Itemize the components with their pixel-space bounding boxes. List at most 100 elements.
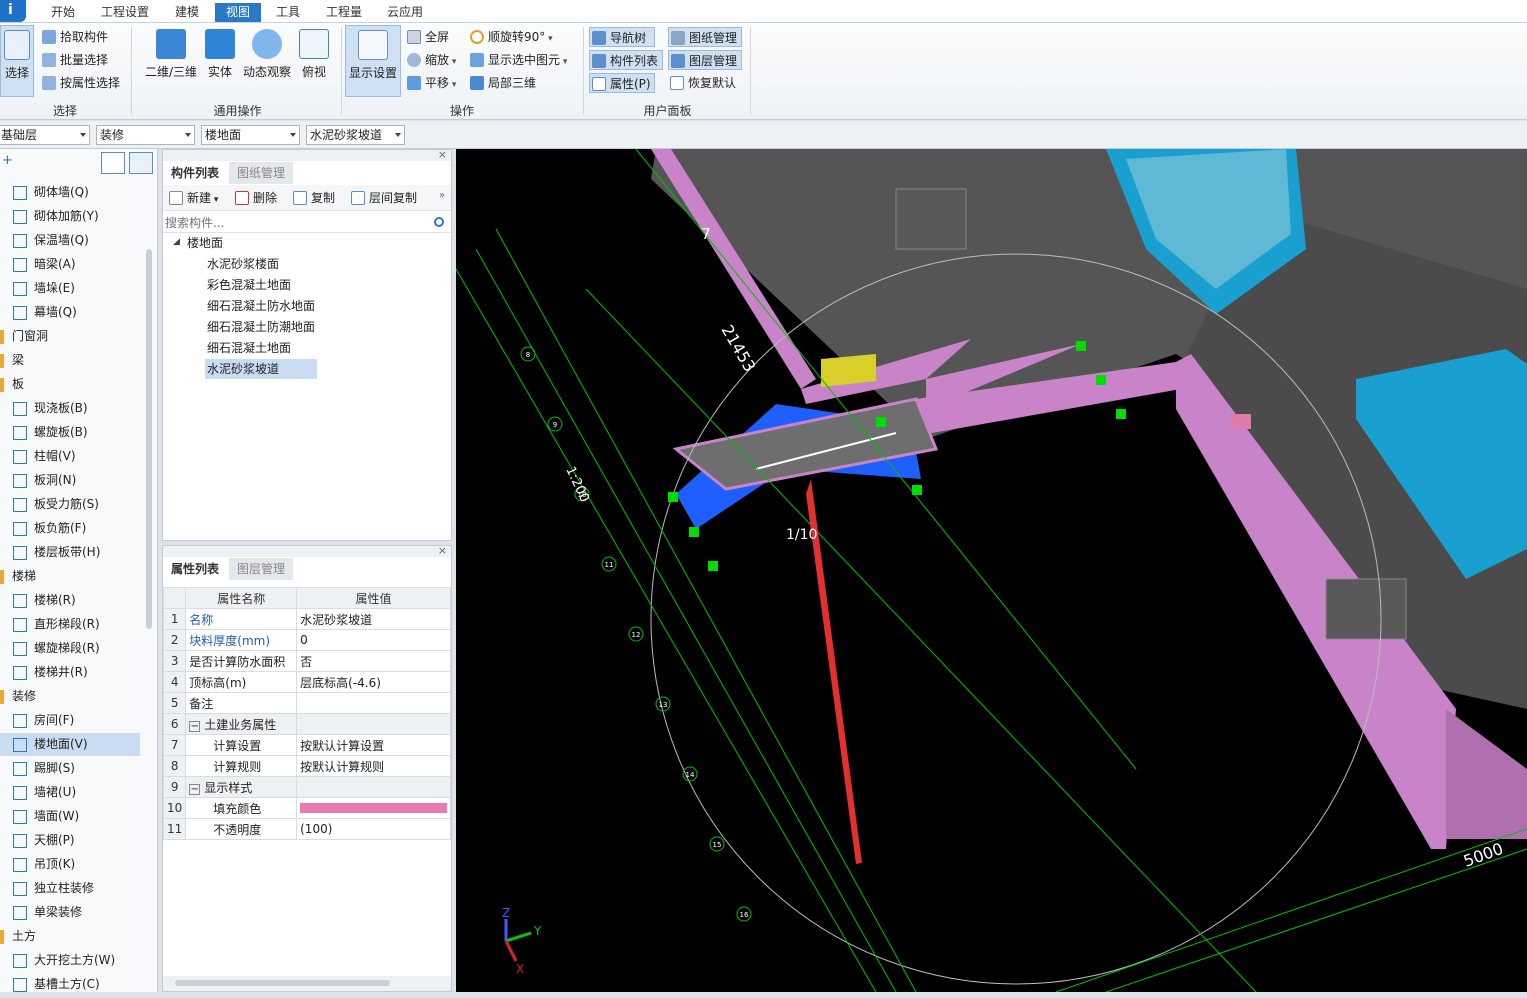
component-list-button[interactable]: 构件列表 [589,50,663,70]
rotate-90-button[interactable]: 顺旋转90° ▾ [468,27,553,47]
horizontal-scrollbar[interactable] [163,976,451,991]
search-input[interactable] [163,213,451,233]
menu-tab-quantities[interactable]: 工程量 [318,3,370,22]
nav-item[interactable]: 现浇板(B) [0,397,140,420]
nav-item[interactable]: 大开挖土方(W) [0,949,140,972]
tree-item[interactable]: 水泥砂浆坡道 [205,359,317,379]
property-row[interactable]: 9− 显示样式 [162,776,451,798]
menu-tab-tools[interactable]: 工具 [268,3,308,22]
menu-tab-modeling[interactable]: 建模 [166,3,208,22]
property-row[interactable]: 3 是否计算防水面积否 [162,650,451,672]
property-value[interactable]: 按默认计算设置 [296,734,451,756]
category-select[interactable]: 装修 [96,125,195,145]
nav-item[interactable]: 梁 [0,349,140,372]
menu-tab-cloud[interactable]: 云应用 [380,3,430,22]
nav-item[interactable]: 墙裙(U) [0,781,140,804]
floor-copy-button[interactable]: 层间复制 [349,188,417,208]
tab-layer-mgmt[interactable]: 图层管理 [229,558,294,580]
property-value[interactable] [296,713,451,735]
property-value[interactable] [296,797,451,819]
menu-tab-project-settings[interactable]: 工程设置 [94,3,156,22]
select-by-attr-button[interactable]: 按属性选择 [40,73,120,93]
layer-mgmt-button[interactable]: 图层管理 [668,50,742,70]
tree-item[interactable]: 细石混凝土地面 [205,338,293,358]
nav-item[interactable]: 暗梁(A) [0,253,140,276]
nav-item[interactable]: 砌体墙(Q) [0,181,140,204]
solid-button[interactable]: 实体 [204,25,236,97]
property-value[interactable] [296,776,451,798]
nav-item[interactable]: 楼梯(R) [0,589,140,612]
nav-item[interactable]: 螺旋梯段(R) [0,637,140,660]
nav-item[interactable]: 墙垛(E) [0,277,140,300]
nav-item[interactable]: 板洞(N) [0,469,140,492]
property-value[interactable]: 0 [296,629,451,651]
collapse-triangle-icon[interactable]: ◢ [173,237,180,247]
tree-item[interactable]: 细石混凝土防水地面 [205,296,317,316]
property-value[interactable]: 层底标高(-4.6) [296,671,451,693]
nav-item[interactable]: 土方 [0,925,140,948]
search-icon[interactable] [434,217,444,227]
property-row[interactable]: 2 块料厚度(mm) 0 [162,629,451,651]
restore-default-button[interactable]: 恢复默认 [668,73,736,93]
property-row[interactable]: 5 备注 [162,692,451,714]
zoom-button[interactable]: 缩放 ▾ [405,50,456,70]
delete-component-button[interactable]: 删除 [233,188,277,208]
top-view-button[interactable]: 俯视 [297,25,331,97]
nav-item[interactable]: 螺旋板(B) [0,421,140,444]
app-logo-icon[interactable]: i [0,0,26,22]
nav-item[interactable]: 幕墙(Q) [0,301,140,324]
drawing-mgmt-button[interactable]: 图纸管理 [668,27,742,47]
tree-root[interactable]: 楼地面 [185,233,225,253]
nav-item[interactable]: 房间(F) [0,709,140,732]
property-row[interactable]: 1 名称 水泥砂浆坡道 [162,608,451,630]
property-value[interactable]: 按默认计算规则 [296,755,451,777]
nav-item[interactable]: 楼层板带(H) [0,541,140,564]
new-component-button[interactable]: 新建 ▾ [167,188,218,208]
collapse-icon[interactable]: − [189,783,201,795]
nav-item[interactable]: 天棚(P) [0,829,140,852]
tab-drawing-mgmt[interactable]: 图纸管理 [229,162,294,184]
local-3d-button[interactable]: 局部三维 [468,73,536,93]
pin-icon[interactable]: + [2,153,13,168]
property-row[interactable]: 11 不透明度 (100) [162,818,451,840]
batch-select-button[interactable]: 批量选择 [40,50,108,70]
tab-component-list[interactable]: 构件列表 [163,162,228,184]
properties-button[interactable]: 属性(P) [589,73,655,93]
tree-item[interactable]: 水泥砂浆楼面 [205,254,281,274]
property-row[interactable]: 7 计算设置 按默认计算设置 [162,734,451,756]
menu-tab-view[interactable]: 视图 [215,3,261,22]
close-icon[interactable]: × [438,148,447,161]
show-selected-button[interactable]: 显示选中图元 ▾ [468,50,567,70]
property-value[interactable]: (100) [296,818,451,840]
nav-item[interactable]: 独立柱装修 [0,877,140,900]
nav-item[interactable]: 装修 [0,685,140,708]
nav-scrollbar[interactable] [146,249,152,629]
menu-tab-start[interactable]: 开始 [42,3,84,22]
collapse-icon[interactable]: − [189,720,201,732]
copy-component-button[interactable]: 复制 [291,188,335,208]
pan-button[interactable]: 平移 ▾ [405,73,456,93]
property-row[interactable]: 4 顶标高(m) 层底标高(-4.6) [162,671,451,693]
nav-item[interactable]: 直形梯段(R) [0,613,140,636]
view-2d3d-button[interactable]: 二维/三维 [142,25,200,97]
viewport-canvas[interactable]: 8910111213141516 7 21453 1:200 1/10 5000… [456,149,1527,992]
nav-item[interactable]: 单梁装修 [0,901,140,924]
property-row[interactable]: 10 填充颜色 [162,797,451,819]
close-icon[interactable]: × [438,544,447,557]
nav-item[interactable]: 墙面(W) [0,805,140,828]
tree-item[interactable]: 细石混凝土防潮地面 [205,317,317,337]
nav-item[interactable]: 踢脚(S) [0,757,140,780]
nav-item[interactable]: 门窗洞 [0,325,140,348]
property-value[interactable]: 否 [296,650,451,672]
type-select[interactable]: 楼地面 [201,125,300,145]
nav-item[interactable]: 板负筋(F) [0,517,140,540]
component-select[interactable]: 水泥砂浆坡道 [306,125,405,145]
property-value[interactable] [296,692,451,714]
orbit-button[interactable]: 动态观察 [240,25,294,97]
nav-item[interactable]: 吊顶(K) [0,853,140,876]
property-row[interactable]: 8 计算规则 按默认计算规则 [162,755,451,777]
nav-item[interactable]: 保温墙(Q) [0,229,140,252]
property-value[interactable]: 水泥砂浆坡道 [296,608,451,630]
select-button[interactable]: 选择 [0,25,34,97]
more-icon[interactable]: » [439,190,445,201]
